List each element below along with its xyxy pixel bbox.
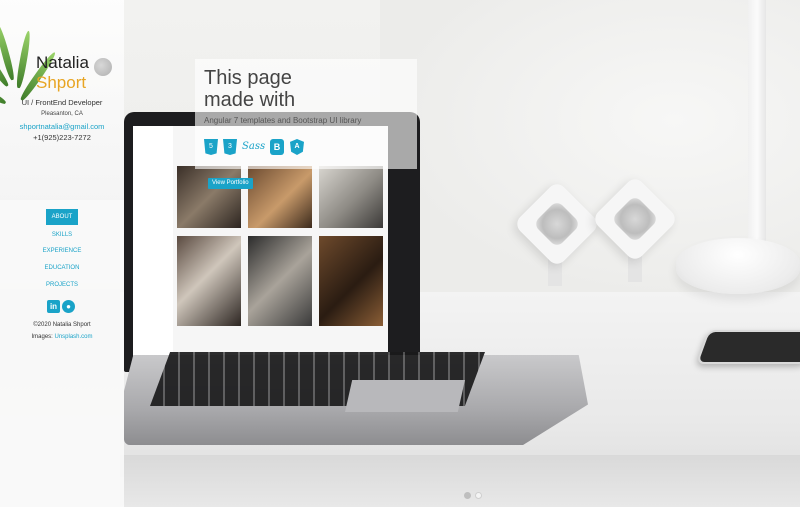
carousel-dot-1[interactable] [464, 492, 471, 499]
portfolio-tile [319, 236, 383, 326]
linkedin-icon[interactable]: in [47, 300, 60, 313]
nav-item-education[interactable]: EDUCATION [0, 265, 124, 271]
portfolio-tile [177, 166, 241, 228]
plant-leaf [15, 30, 33, 89]
profile-role: UI / FrontEnd Developer [21, 98, 103, 107]
nav-item-skills[interactable]: SKILLS [0, 232, 124, 238]
profile-card: Natalia Shport UI / FrontEnd Developer P… [0, 0, 124, 200]
profile-first-name: Natalia [36, 53, 89, 72]
nav-item-experience[interactable]: EXPERIENCE [0, 248, 124, 254]
hero-title: This page made with [204, 67, 295, 111]
cactus-icon [94, 58, 112, 76]
lamp-pole [748, 0, 766, 250]
portfolio-tile [248, 166, 312, 228]
view-portfolio-button: View Portfolio [208, 178, 253, 189]
html5-icon: 5 [204, 139, 218, 155]
github-icon[interactable]: ● [62, 300, 75, 313]
unsplash-link[interactable]: Unsplash.com [55, 334, 93, 340]
sidebar: Natalia Shport UI / FrontEnd Developer P… [0, 0, 124, 507]
profile-phone: +1(925)223-7272 [33, 133, 91, 142]
image-credits-label: Images: [31, 334, 53, 340]
portfolio-tile [177, 236, 241, 326]
hero-panel: This page made with Angular 7 templates … [195, 59, 417, 169]
css3-icon: 3 [223, 139, 237, 155]
bootstrap-icon: B [270, 139, 284, 155]
portfolio-tile [319, 166, 383, 228]
hero-title-line-1: This page [204, 67, 292, 89]
hero-subtitle: Angular 7 templates and Bootstrap UI lib… [204, 116, 362, 125]
desk-edge [120, 455, 800, 507]
nav-item-projects[interactable]: PROJECTS [0, 282, 124, 288]
carousel-dot-2-active[interactable] [475, 492, 482, 499]
laptop-screen-sidebar [133, 126, 173, 362]
smartphone [695, 330, 800, 364]
angular-icon: A [290, 139, 304, 155]
profile-email-link[interactable]: shportnatalia@gmail.com [0, 122, 124, 131]
portfolio-tile [248, 236, 312, 326]
image-credits: Images: Unsplash.com [0, 334, 124, 340]
sass-icon: Sass [242, 141, 266, 152]
laptop-trackpad [345, 380, 465, 412]
nav-item-about[interactable]: ABOUT [46, 209, 78, 225]
lamp-base [676, 238, 800, 294]
hero-title-line-2: made with [204, 89, 296, 111]
copyright-text: ©2020 Natalia Shport [33, 322, 91, 328]
profile-location: Pleasanton, CA [41, 111, 83, 117]
profile-last-name: Shport [36, 73, 87, 92]
